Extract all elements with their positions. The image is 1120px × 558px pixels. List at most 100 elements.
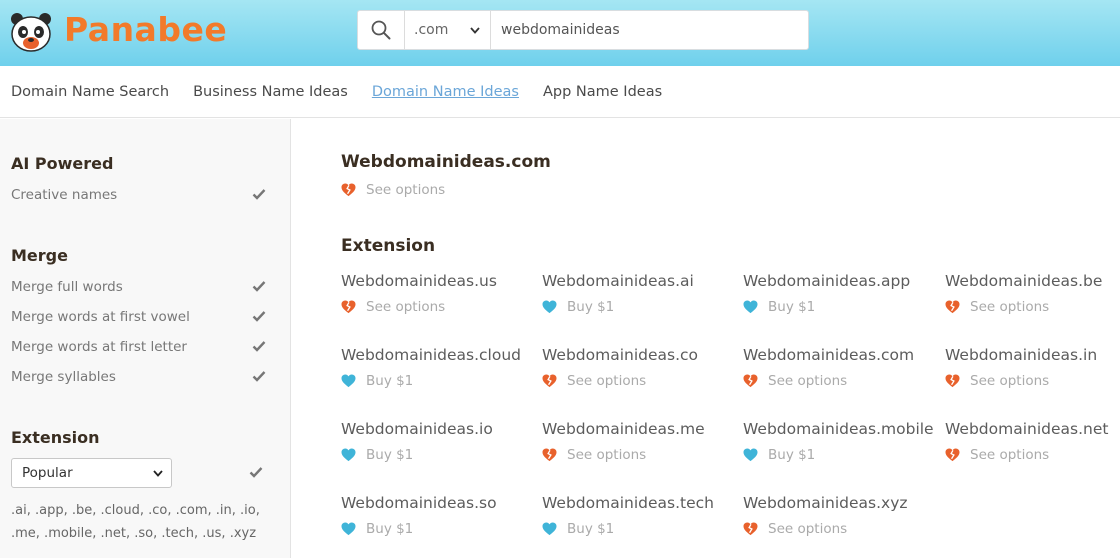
status-label: Buy $1 <box>768 447 816 463</box>
see-options-link[interactable]: See options <box>542 447 732 463</box>
status-label: Buy $1 <box>567 521 615 537</box>
domain-card: Webdomainideas.tech Buy $1 <box>542 494 732 537</box>
domain-name-link[interactable]: Webdomainideas.so <box>341 494 531 512</box>
primary-domain-status[interactable]: See options <box>341 182 445 198</box>
heart-icon <box>743 448 758 462</box>
domain-name-link[interactable]: Webdomainideas.io <box>341 420 531 438</box>
see-options-link[interactable]: See options <box>743 373 933 389</box>
status-label: See options <box>567 373 647 389</box>
domain-name-link[interactable]: Webdomainideas.us <box>341 272 531 290</box>
brand-name[interactable]: Panabee <box>64 10 227 49</box>
domain-card: Webdomainideas.net See options <box>945 420 1120 463</box>
nav-business-name-ideas[interactable]: Business Name Ideas <box>193 84 348 100</box>
option-merge-first-vowel[interactable]: Merge words at first vowel <box>11 309 266 325</box>
option-creative-names[interactable]: Creative names <box>11 187 266 203</box>
broken-heart-icon <box>743 374 758 388</box>
extension-heading-sidebar: Extension <box>11 428 100 447</box>
option-merge-first-letter[interactable]: Merge words at first letter <box>11 339 266 355</box>
domain-name-link[interactable]: Webdomainideas.app <box>743 272 933 290</box>
domain-card: Webdomainideas.cloud Buy $1 <box>341 346 531 389</box>
header: Panabee .com <box>0 0 1120 66</box>
heart-icon <box>743 300 758 314</box>
heart-icon <box>542 300 557 314</box>
nav-domain-name-ideas[interactable]: Domain Name Ideas <box>372 84 519 100</box>
nav-app-name-ideas[interactable]: App Name Ideas <box>543 84 662 100</box>
buy-domain-link[interactable]: Buy $1 <box>542 521 732 537</box>
heart-icon <box>341 374 356 388</box>
status-label: See options <box>768 521 848 537</box>
buy-domain-link[interactable]: Buy $1 <box>542 299 732 315</box>
top-nav: Domain Name Search Business Name Ideas D… <box>0 66 1120 118</box>
domain-name-link[interactable]: Webdomainideas.xyz <box>743 494 933 512</box>
domain-card: Webdomainideas.app Buy $1 <box>743 272 933 315</box>
domain-card: Webdomainideas.be See options <box>945 272 1120 315</box>
buy-domain-link[interactable]: Buy $1 <box>341 373 531 389</box>
option-merge-syllables[interactable]: Merge syllables <box>11 369 266 385</box>
status-label: See options <box>366 182 446 198</box>
see-options-link[interactable]: See options <box>945 447 1120 463</box>
broken-heart-icon <box>945 300 960 314</box>
domain-name-link[interactable]: Webdomainideas.me <box>542 420 732 438</box>
checkmark-icon <box>252 281 266 292</box>
domain-name-link[interactable]: Webdomainideas.mobile <box>743 420 934 438</box>
status-label: Buy $1 <box>366 521 414 537</box>
status-label: See options <box>366 299 446 315</box>
status-label: Buy $1 <box>366 447 414 463</box>
see-options-link[interactable]: See options <box>743 521 933 537</box>
status-label: See options <box>567 447 647 463</box>
checkmark-icon <box>252 311 266 322</box>
checkmark-icon[interactable] <box>249 466 263 478</box>
extension-heading: Extension <box>341 236 436 256</box>
status-label: Buy $1 <box>366 373 414 389</box>
domain-card: Webdomainideas.co See options <box>542 346 732 389</box>
option-merge-full-words[interactable]: Merge full words <box>11 279 266 295</box>
status-label: See options <box>768 373 848 389</box>
tld-select[interactable]: .com <box>405 11 491 49</box>
domain-name-link[interactable]: Webdomainideas.net <box>945 420 1120 438</box>
nav-domain-name-search[interactable]: Domain Name Search <box>11 84 169 100</box>
domain-name-link[interactable]: Webdomainideas.in <box>945 346 1120 364</box>
domain-name-link[interactable]: Webdomainideas.tech <box>542 494 732 512</box>
heart-icon <box>341 522 356 536</box>
option-label: Creative names <box>11 187 118 203</box>
broken-heart-icon <box>743 522 758 536</box>
buy-domain-link[interactable]: Buy $1 <box>743 299 933 315</box>
checkmark-icon <box>252 189 266 200</box>
domain-name-link[interactable]: Webdomainideas.ai <box>542 272 732 290</box>
extension-select[interactable]: Popular <box>11 458 172 488</box>
domain-card: Webdomainideas.in See options <box>945 346 1120 389</box>
extension-select-value: Popular <box>22 465 73 481</box>
see-options-link[interactable]: See options <box>945 299 1120 315</box>
ai-powered-heading: AI Powered <box>11 154 114 173</box>
primary-domain-name[interactable]: Webdomainideas.com <box>341 152 551 172</box>
option-label: Merge words at first vowel <box>11 309 190 325</box>
see-options-link[interactable]: See options <box>945 373 1120 389</box>
domain-card: Webdomainideas.mobile Buy $1 <box>743 420 934 463</box>
status-label: Buy $1 <box>567 299 615 315</box>
chevron-down-icon <box>470 26 480 34</box>
domain-name-link[interactable]: Webdomainideas.cloud <box>341 346 531 364</box>
domain-card: Webdomainideas.so Buy $1 <box>341 494 531 537</box>
search-input[interactable] <box>491 11 808 49</box>
option-label: Merge words at first letter <box>11 339 187 355</box>
buy-domain-link[interactable]: Buy $1 <box>341 521 531 537</box>
see-options-link[interactable]: See options <box>341 299 531 315</box>
heart-icon <box>542 522 557 536</box>
see-options-link[interactable]: See options <box>542 373 732 389</box>
domain-card: Webdomainideas.me See options <box>542 420 732 463</box>
broken-heart-icon <box>945 448 960 462</box>
status-label: See options <box>970 299 1050 315</box>
buy-domain-link[interactable]: Buy $1 <box>743 447 933 463</box>
checkmark-icon <box>252 371 266 382</box>
buy-domain-link[interactable]: Buy $1 <box>341 447 531 463</box>
extension-list: .ai, .app, .be, .cloud, .co, .com, .in, … <box>11 503 260 541</box>
domain-name-link[interactable]: Webdomainideas.co <box>542 346 732 364</box>
broken-heart-icon <box>542 448 557 462</box>
merge-heading: Merge <box>11 246 68 265</box>
domain-name-link[interactable]: Webdomainideas.com <box>743 346 933 364</box>
panda-logo-icon[interactable] <box>10 12 52 52</box>
option-label: Merge syllables <box>11 369 116 385</box>
broken-heart-icon <box>341 300 356 314</box>
search-button[interactable] <box>358 11 405 49</box>
domain-name-link[interactable]: Webdomainideas.be <box>945 272 1120 290</box>
